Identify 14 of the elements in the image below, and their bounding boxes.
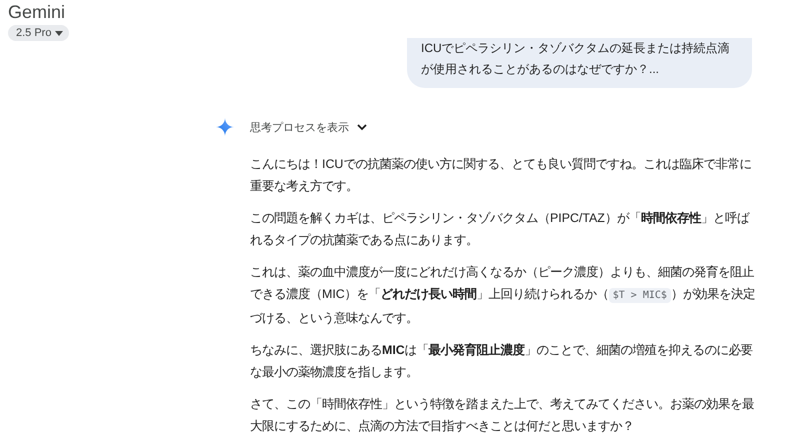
inline-code: $T > MIC$ — [608, 288, 671, 303]
message-text: が使用されることがあるのはなぜですか？... — [421, 61, 660, 78]
message-text: ICUでピペラシリン・タゾバクタムの延長または持続点滴 — [421, 40, 731, 57]
model-selector[interactable]: 2.5 Pro — [8, 25, 70, 41]
sparkle-icon — [216, 118, 234, 136]
response-paragraph: さて、この「時間依存性」という特徴を踏まえた上で、考えてみてください。お薬の効果を最大限にするために、点滴の方法で目指すべきことは何だと思いますか？ — [250, 396, 755, 434]
response-paragraph: これは、薬の血中濃度が一度にどれだけ高くなるか（ピーク濃度）よりも、細菌の発育を阻止できる濃度（MIC）を「どれだけ長い時間」上回り続けられるか（ $T > MIC$ ）が効果を決定づける、という意味なんです。 — [250, 264, 756, 327]
response-paragraph: この問題を解くカギは、ピペラシリン・タゾバクタム（PIPC/TAZ）が「時間依存性」と呼ばれるタイプの抗菌薬である点にあります。 — [250, 210, 750, 249]
app-title: Gemini — [8, 2, 66, 23]
show-thinking-toggle[interactable]: 思考プロセスを表示 — [250, 120, 367, 134]
caret-icon — [55, 30, 64, 36]
chevron-icon — [357, 124, 367, 130]
response-paragraph: こんにちは！ICUでの抗菌薬の使い方に関する、とても良い質問ですね。これは臨床で非常に重要な考え方です。 — [250, 156, 752, 195]
response-paragraph: ちなみに、選択肢にあるMICは「最小発育阻止濃度」のことで、細菌の増殖を抑えるのに必要な最小の薬物濃度を指します。 — [250, 342, 754, 381]
